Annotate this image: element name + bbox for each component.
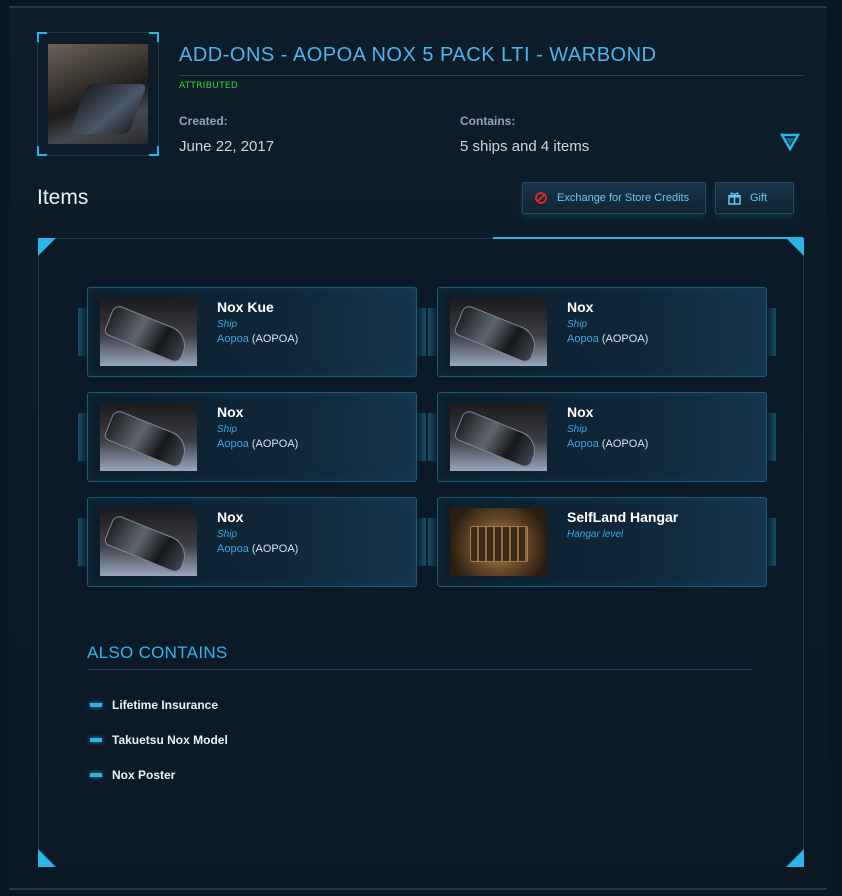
pledge-title: ADD-ONS - AOPOA NOX 5 PACK LTI - WARBOND	[179, 44, 803, 76]
item-image	[450, 403, 547, 471]
item-card[interactable]: Nox Kue Ship Aopoa (AOPOA)	[78, 287, 426, 377]
contains-value: 5 ships and 4 items	[460, 138, 590, 155]
bullet-icon	[90, 773, 102, 777]
item-name: Nox Kue	[217, 299, 274, 315]
contains-label: Contains:	[460, 114, 516, 128]
item-maker: Aopoa (AOPOA)	[567, 438, 649, 450]
pledge-status: ATTRIBUTED	[179, 81, 239, 91]
item-name: SelfLand Hangar	[567, 509, 679, 525]
items-heading: Items	[37, 186, 89, 209]
gift-button[interactable]: Gift	[715, 182, 794, 214]
gift-icon	[728, 192, 741, 205]
item-name: Nox	[217, 509, 244, 525]
pledge-image	[48, 44, 148, 144]
item-card[interactable]: Nox Ship Aopoa (AOPOA)	[78, 497, 426, 587]
item-card[interactable]: Nox Ship Aopoa (AOPOA)	[428, 392, 776, 482]
item-type: Ship	[217, 424, 238, 435]
item-type: Hangar level	[567, 529, 624, 540]
item-name: Nox	[567, 404, 594, 420]
triangle-down-icon	[779, 133, 801, 152]
item-maker: Aopoa (AOPOA)	[217, 333, 299, 345]
item-type: Ship	[217, 529, 238, 540]
created-label: Created:	[179, 114, 228, 128]
expand-toggle[interactable]	[779, 133, 801, 152]
bullet-icon	[90, 703, 102, 707]
item-card[interactable]: SelfLand Hangar Hangar level	[428, 497, 776, 587]
exchange-label: Exchange for Store Credits	[557, 192, 690, 204]
list-item: Nox Poster	[90, 767, 175, 783]
exchange-button[interactable]: Exchange for Store Credits	[522, 182, 706, 214]
item-type: Ship	[217, 319, 238, 330]
also-contains-heading: ALSO CONTAINS	[87, 643, 753, 670]
item-image	[450, 508, 547, 576]
item-maker: Aopoa (AOPOA)	[567, 333, 649, 345]
list-item: Takuetsu Nox Model	[90, 732, 228, 748]
item-type: Ship	[567, 319, 588, 330]
item-type: Ship	[567, 424, 588, 435]
created-value: June 22, 2017	[179, 138, 275, 155]
item-image	[100, 508, 197, 576]
pledge-thumbnail	[37, 32, 159, 156]
item-image	[100, 298, 197, 366]
bullet-icon	[90, 738, 102, 742]
item-maker: Aopoa (AOPOA)	[217, 438, 299, 450]
item-maker: Aopoa (AOPOA)	[217, 543, 299, 555]
item-name: Nox	[567, 299, 594, 315]
item-image	[100, 403, 197, 471]
item-card[interactable]: Nox Ship Aopoa (AOPOA)	[428, 287, 776, 377]
item-card[interactable]: Nox Ship Aopoa (AOPOA)	[78, 392, 426, 482]
item-image	[450, 298, 547, 366]
gift-label: Gift	[750, 192, 768, 204]
list-item: Lifetime Insurance	[90, 697, 218, 713]
no-entry-icon	[535, 192, 547, 204]
item-name: Nox	[217, 404, 244, 420]
